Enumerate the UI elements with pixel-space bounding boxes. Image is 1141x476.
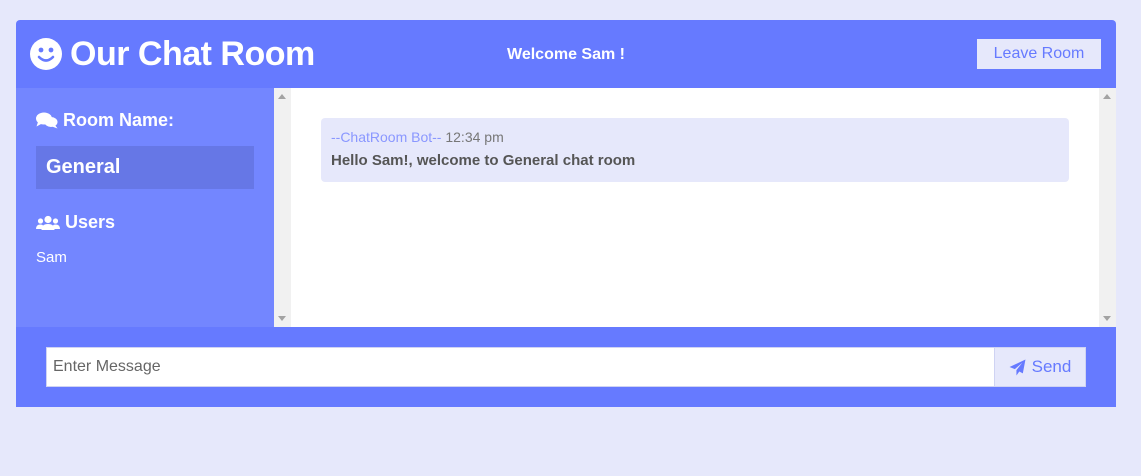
paper-plane-icon <box>1009 359 1026 375</box>
users-label: Users <box>65 212 116 232</box>
room-name-heading: Room Name: <box>36 110 174 131</box>
scroll-down-arrow-icon[interactable] <box>278 316 286 321</box>
messages-panel[interactable]: --ChatRoom Bot-- 12:34 pm Hello Sam!, we… <box>274 88 1116 327</box>
chat-sidebar: Room Name: General Users Sam <box>16 88 274 327</box>
message-meta: --ChatRoom Bot-- 12:34 pm <box>331 128 1059 146</box>
chat-header: Our Chat Room Welcome Sam ! Leave Room <box>16 20 1116 88</box>
message-text: Hello Sam!, welcome to General chat room <box>331 152 636 169</box>
comments-icon <box>36 112 58 129</box>
message-time: 12:34 pm <box>445 129 504 145</box>
chat-message: --ChatRoom Bot-- 12:34 pm Hello Sam!, we… <box>321 118 1069 182</box>
users-list: Sam <box>36 248 67 268</box>
chat-container: Our Chat Room Welcome Sam ! Leave Room R… <box>16 20 1116 407</box>
send-label: Send <box>1031 357 1072 376</box>
user-item: Sam <box>36 249 67 266</box>
right-scrollbar[interactable] <box>1099 88 1116 327</box>
send-button[interactable]: Send <box>994 347 1086 387</box>
room-name-value: General <box>36 146 254 189</box>
left-scrollbar[interactable] <box>274 88 291 327</box>
message-author: --ChatRoom Bot-- <box>331 129 442 145</box>
room-name-label: Room Name: <box>63 110 175 130</box>
scroll-down-arrow-icon[interactable] <box>1103 316 1111 321</box>
leave-room-button[interactable]: Leave Room <box>977 39 1101 69</box>
welcome-text: Welcome Sam ! <box>507 46 625 63</box>
users-heading: Users <box>36 212 115 233</box>
scroll-up-arrow-icon[interactable] <box>1103 94 1111 99</box>
message-input[interactable] <box>46 347 995 387</box>
message-composer: Send <box>16 327 1116 407</box>
scroll-up-arrow-icon[interactable] <box>278 94 286 99</box>
users-icon <box>36 215 60 230</box>
